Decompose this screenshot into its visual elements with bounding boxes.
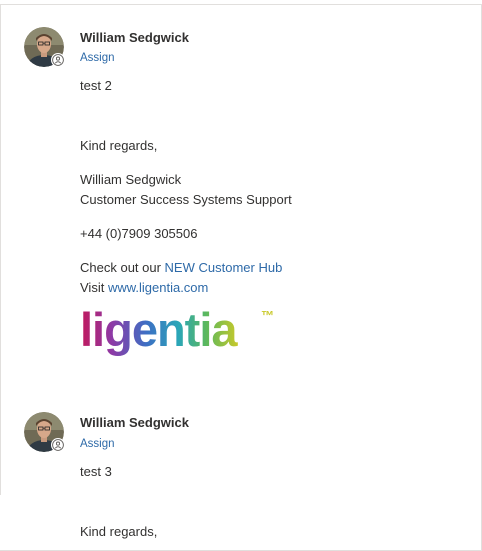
- top-divider: [0, 4, 482, 5]
- signature-title: Customer Success Systems Support: [80, 192, 292, 207]
- assign-link[interactable]: Assign: [80, 52, 115, 64]
- message-body: test 2: [80, 78, 112, 93]
- ligentia-logo: ligentia ™: [80, 306, 274, 356]
- left-border: [0, 5, 1, 495]
- customer-hub-prefix: Check out our: [80, 260, 165, 275]
- closing-text: Kind regards,: [80, 138, 158, 153]
- website-prefix: Visit: [80, 280, 108, 295]
- avatar[interactable]: [24, 412, 65, 452]
- svg-text:ligentia: ligentia: [80, 306, 238, 356]
- customer-hub-line: Check out our NEW Customer Hub: [80, 260, 282, 275]
- message-body: test 3: [80, 464, 112, 479]
- signature-phone: +44 (0)7909 305506: [80, 226, 198, 241]
- customer-hub-link[interactable]: NEW Customer Hub: [165, 260, 283, 275]
- person-status-icon: [51, 53, 65, 67]
- signature-name: William Sedgwick: [80, 172, 182, 187]
- assign-link[interactable]: Assign: [80, 438, 115, 450]
- svg-text:™: ™: [261, 308, 274, 323]
- avatar[interactable]: [24, 27, 65, 67]
- closing-text: Kind regards,: [80, 524, 158, 539]
- person-status-icon: [51, 438, 65, 452]
- sender-name: William Sedgwick: [80, 30, 189, 45]
- website-link[interactable]: www.ligentia.com: [108, 280, 208, 295]
- website-line: Visit www.ligentia.com: [80, 280, 208, 295]
- sender-name: William Sedgwick: [80, 415, 189, 430]
